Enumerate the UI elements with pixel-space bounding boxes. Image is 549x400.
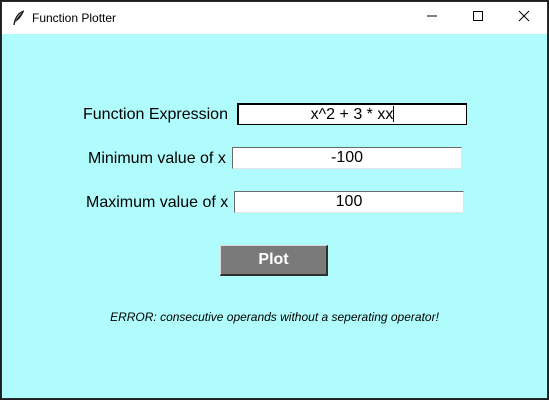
expression-label: Function Expression [83,106,228,123]
max-value: 100 [335,193,363,210]
close-button[interactable] [501,2,547,34]
close-icon [518,9,530,27]
plot-button[interactable]: Plot [220,245,328,276]
text-caret [393,106,395,122]
error-message: ERROR: consecutive operands without a se… [110,310,439,324]
maximize-icon [472,9,484,27]
maximize-button[interactable] [455,2,501,34]
max-input[interactable]: 100 [234,191,464,213]
app-window: Function Plotter Function Expression x^2… [2,2,547,398]
min-value: -100 [330,149,364,166]
title-bar[interactable]: Function Plotter [2,2,547,34]
minimize-button[interactable] [409,2,455,34]
min-input[interactable]: -100 [232,147,462,169]
window-title: Function Plotter [32,11,117,25]
minimize-icon [426,9,438,27]
expression-input[interactable]: x^2 + 3 * xx [237,103,467,125]
min-label: Minimum value of x [88,150,226,167]
feather-icon [12,10,26,26]
max-label: Maximum value of x [86,194,229,211]
expression-value: x^2 + 3 * xx [310,106,394,123]
